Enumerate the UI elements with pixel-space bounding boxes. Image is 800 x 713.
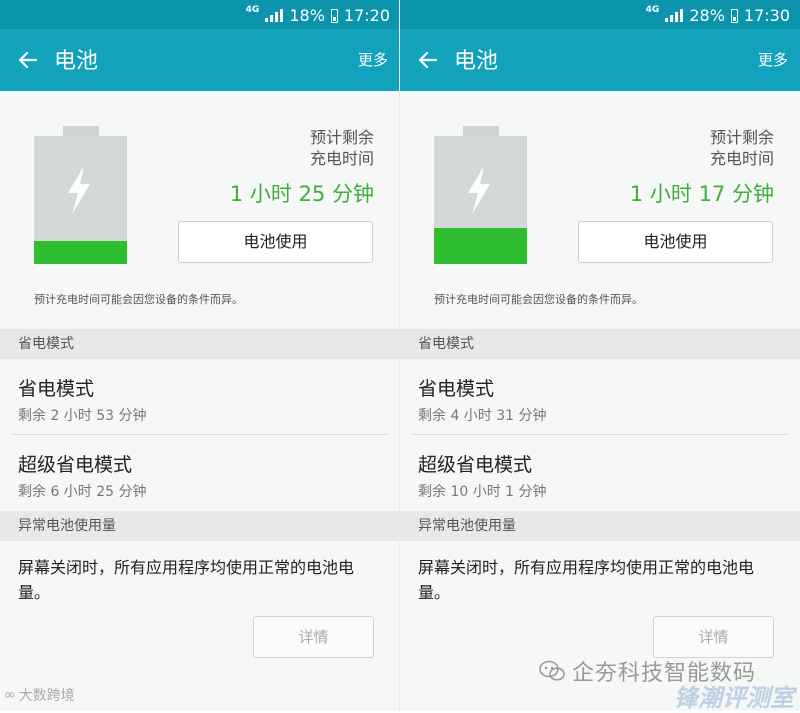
status-bar: 4G 18% 17:20 <box>0 0 400 29</box>
page-title: 电池 <box>54 49 99 74</box>
power-saving-mode-item[interactable]: 省电模式 剩余 2 小时 53 分钟 <box>0 359 400 435</box>
battery-summary: 预计剩余 充电时间 1 小时 25 分钟 电池使用 预计充电时间可能会因您设备的… <box>0 91 400 329</box>
estimate-label-line1: 预计剩余 <box>709 128 774 147</box>
item-subtitle: 剩余 6 小时 25 分钟 <box>18 484 147 500</box>
power-saving-header: 省电模式 <box>0 329 400 359</box>
estimate-label: 预计剩余 充电时间 <box>310 127 374 169</box>
battery-charging-icon <box>330 8 338 23</box>
battery-summary: 预计剩余 充电时间 1 小时 17 分钟 电池使用 预计充电时间可能会因您设备的… <box>400 91 800 329</box>
clock: 17:30 <box>743 6 790 25</box>
item-title: 超级省电模式 <box>418 454 533 476</box>
watermark-logo: 锋潮评测室 <box>674 684 794 712</box>
signal-icon <box>665 9 684 22</box>
ultra-power-saving-mode-item[interactable]: 超级省电模式 剩余 10 小时 1 分钟 <box>400 435 800 511</box>
item-title: 超级省电模式 <box>18 454 133 476</box>
battery-usage-button[interactable]: 电池使用 <box>178 221 373 263</box>
estimate-label: 预计剩余 充电时间 <box>710 127 774 169</box>
app-bar: 电池 更多 <box>400 29 800 91</box>
estimate-note: 预计充电时间可能会因您设备的条件而异。 <box>34 293 243 306</box>
power-saving-header: 省电模式 <box>400 329 800 359</box>
page-title: 电池 <box>454 49 499 74</box>
watermark-left-text: 大数跨境 <box>18 688 75 704</box>
item-title: 省电模式 <box>18 378 95 400</box>
battery-graphic <box>34 136 127 264</box>
abnormal-usage-text: 屏幕关闭时，所有应用程序均使用正常的电池电量。 <box>418 558 755 602</box>
wechat-icon <box>539 660 565 681</box>
estimate-label-line2: 充电时间 <box>709 149 774 168</box>
estimate-label-line2: 充电时间 <box>309 149 374 168</box>
more-button[interactable]: 更多 <box>358 49 388 70</box>
estimate-time: 1 小时 25 分钟 <box>229 182 374 206</box>
abnormal-usage-text: 屏幕关闭时，所有应用程序均使用正常的电池电量。 <box>18 558 355 602</box>
estimate-note: 预计充电时间可能会因您设备的条件而异。 <box>434 293 643 306</box>
battery-graphic-tip <box>463 126 499 136</box>
charging-bolt-icon <box>68 166 90 214</box>
estimate-time: 1 小时 17 分钟 <box>629 182 774 206</box>
charging-bolt-icon <box>468 166 490 214</box>
details-button[interactable]: 详情 <box>653 616 774 658</box>
more-button[interactable]: 更多 <box>758 49 788 70</box>
battery-level-fill <box>34 240 127 264</box>
abnormal-usage-header: 异常电池使用量 <box>400 511 800 541</box>
battery-usage-button[interactable]: 电池使用 <box>578 221 773 263</box>
back-arrow-icon[interactable] <box>416 48 440 72</box>
screen-right: 4G 28% 17:30 电池 更多 预计剩余 充电时间 1 小时 17 分钟 … <box>400 0 800 711</box>
status-bar: 4G 28% 17:30 <box>400 0 800 29</box>
signal-icon <box>265 9 284 22</box>
clock: 17:20 <box>343 6 390 25</box>
power-saving-mode-item[interactable]: 省电模式 剩余 4 小时 31 分钟 <box>400 359 800 435</box>
battery-charging-icon <box>730 8 738 23</box>
battery-graphic <box>434 136 527 264</box>
item-subtitle: 剩余 4 小时 31 分钟 <box>418 408 547 424</box>
item-title: 省电模式 <box>418 378 495 400</box>
ultra-power-saving-mode-item[interactable]: 超级省电模式 剩余 6 小时 25 分钟 <box>0 435 400 511</box>
battery-percent: 18% <box>289 6 325 25</box>
watermark-left: ∞ 大数跨境 <box>4 685 75 705</box>
item-subtitle: 剩余 10 小时 1 分钟 <box>418 484 547 500</box>
back-arrow-icon[interactable] <box>16 48 40 72</box>
battery-level-fill <box>434 228 527 264</box>
screen-left: 4G 18% 17:20 电池 更多 预计剩余 充电时间 1 小时 25 分钟 … <box>0 0 400 711</box>
details-button[interactable]: 详情 <box>253 616 374 658</box>
network-type: 4G <box>245 4 260 15</box>
battery-percent: 28% <box>689 6 725 25</box>
item-subtitle: 剩余 2 小时 53 分钟 <box>18 408 147 424</box>
network-type: 4G <box>645 4 660 15</box>
battery-graphic-tip <box>63 126 99 136</box>
estimate-label-line1: 预计剩余 <box>309 128 374 147</box>
screens: 4G 18% 17:20 电池 更多 预计剩余 充电时间 1 小时 25 分钟 … <box>0 0 800 712</box>
abnormal-usage-header: 异常电池使用量 <box>0 511 400 541</box>
app-bar: 电池 更多 <box>0 29 400 91</box>
link-icon: ∞ <box>4 687 16 703</box>
